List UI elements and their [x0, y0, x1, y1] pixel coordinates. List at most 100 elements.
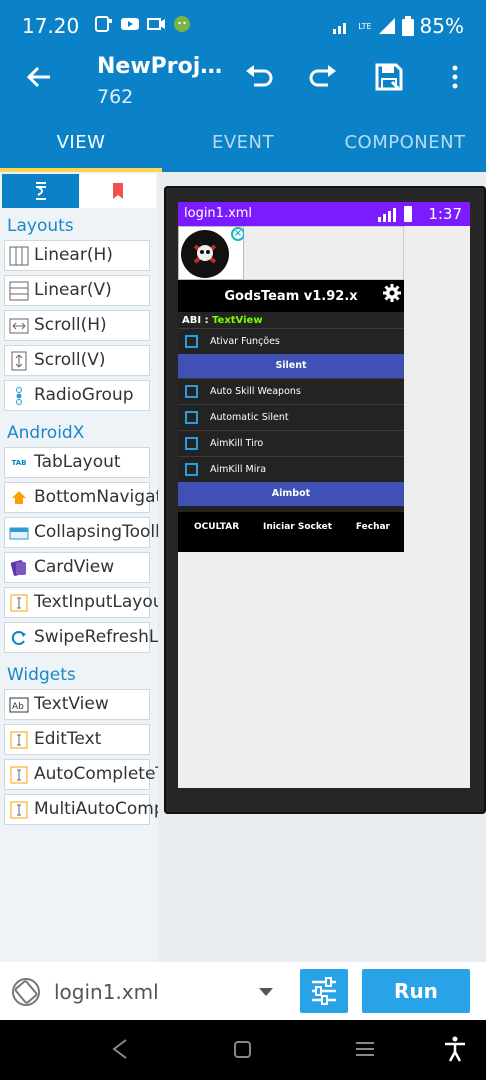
palette-item-tablayout[interactable]: TAB TabLayout — [4, 447, 150, 478]
palette-tab-bookmarks[interactable] — [79, 174, 156, 208]
palette-item-edittext[interactable]: EditText — [4, 724, 150, 755]
checkbox-ativar-funcoes[interactable]: Ativar Funções — [178, 328, 404, 354]
chevron-down-icon[interactable] — [258, 987, 274, 997]
rotate-icon[interactable] — [10, 976, 42, 1008]
abi-value: TextView — [212, 315, 263, 326]
palette-item-textview[interactable]: Ab TextView — [4, 689, 150, 720]
palette-tab-widgets[interactable] — [2, 174, 79, 208]
design-canvas[interactable]: login1.xml 1:37 × GodsTeam v1.92.x ABI :… — [158, 172, 486, 962]
palette-item-collapsingtoolbar[interactable]: CollapsingToolbar — [4, 517, 158, 548]
edittext-icon — [9, 730, 29, 750]
checkbox-label: AimKill Tiro — [210, 438, 264, 449]
status-right: LTE 85% — [332, 14, 464, 38]
checkbox-box[interactable] — [185, 463, 198, 476]
accessibility-icon[interactable] — [444, 1036, 466, 1062]
youtube-icon — [121, 18, 139, 30]
mod-menu-panel[interactable]: GodsTeam v1.92.x ABI : TextView Ativar F… — [178, 280, 404, 552]
device-file-name: login1.xml — [184, 206, 253, 221]
palette-item-cardview[interactable]: CardView — [4, 552, 150, 583]
palette-item-scroll-h[interactable]: Scroll(H) — [4, 310, 150, 341]
section-layouts: Layouts — [7, 216, 74, 236]
fechar-button[interactable]: Fechar — [356, 522, 390, 552]
battery-percent: 85% — [419, 14, 464, 38]
panel-bottom-row: OCULTAR Iniciar Socket Fechar — [178, 512, 404, 552]
nav-home-icon[interactable] — [233, 1038, 253, 1060]
palette-item-textinputlayout[interactable]: TextInputLayout — [4, 587, 158, 618]
scroll-h-icon — [9, 316, 29, 336]
checkbox-label: Ativar Funções — [210, 336, 280, 347]
checkbox-automatic-silent[interactable]: Automatic Silent — [178, 404, 404, 430]
tab-event[interactable]: EVENT — [162, 124, 324, 172]
panel-title-text: GodsTeam v1.92.x — [224, 289, 358, 304]
run-button[interactable]: Run — [362, 969, 470, 1013]
checkbox-box[interactable] — [185, 437, 198, 450]
multiautocomplete-icon — [9, 800, 29, 820]
checkbox-box[interactable] — [185, 335, 198, 348]
checkbox-box[interactable] — [185, 411, 198, 424]
checkbox-auto-skill[interactable]: Auto Skill Weapons — [178, 378, 404, 404]
tab-view[interactable]: VIEW — [0, 124, 162, 172]
palette-item-linear-v[interactable]: Linear(V) — [4, 275, 150, 306]
save-icon[interactable] — [372, 60, 406, 94]
palette-item-label: Scroll(V) — [34, 350, 106, 370]
gear-icon[interactable] — [382, 283, 402, 303]
palette-item-label: RadioGroup — [34, 385, 134, 405]
wifi-signal-icon — [333, 23, 347, 34]
panel-title: GodsTeam v1.92.x — [178, 280, 404, 312]
system-nav-bar — [0, 1020, 486, 1080]
widget-palette: Layouts Linear(H) Linear(V) Scroll(H) Sc… — [0, 172, 158, 962]
section-widgets: Widgets — [7, 665, 76, 685]
palette-item-label: SwipeRefreshLayout — [34, 627, 158, 647]
checkbox-aimkill-mira[interactable]: AimKill Mira — [178, 456, 404, 482]
abi-row: ABI : TextView — [178, 312, 404, 328]
more-options-icon[interactable] — [438, 60, 472, 94]
palette-item-label: MultiAutoCompleteTextView — [34, 799, 158, 819]
svg-text:Ab: Ab — [12, 702, 24, 712]
nav-back-icon[interactable] — [110, 1038, 130, 1060]
redo-icon[interactable] — [306, 60, 340, 94]
ocultar-button[interactable]: OCULTAR — [194, 522, 239, 552]
app-bar: NewProj… 762 VIEW EVENT COMPONENT — [0, 48, 486, 172]
palette-item-multiautocomplete[interactable]: MultiAutoCompleteTextView — [4, 794, 158, 825]
current-file-selector[interactable]: login1.xml — [54, 980, 159, 1004]
battery-icon — [401, 16, 414, 36]
toolbar-icon — [9, 523, 29, 543]
bookmark-icon — [112, 183, 123, 199]
undo-icon[interactable] — [242, 60, 276, 94]
checkbox-box[interactable] — [185, 385, 198, 398]
device-screen[interactable]: login1.xml 1:37 × GodsTeam v1.92.x ABI :… — [178, 202, 470, 788]
bottom-toolbar: login1.xml Run — [0, 962, 486, 1020]
radiogroup-icon — [9, 386, 29, 406]
checkbox-label: Auto Skill Weapons — [210, 386, 301, 397]
close-icon[interactable]: × — [231, 227, 245, 241]
nav-recents-icon[interactable] — [354, 1038, 376, 1060]
palette-item-scroll-v[interactable]: Scroll(V) — [4, 345, 150, 376]
palette-item-label: Linear(V) — [34, 280, 112, 300]
palette-item-linear-h[interactable]: Linear(H) — [4, 240, 150, 271]
linear-v-icon — [9, 281, 29, 301]
back-arrow-icon[interactable] — [24, 62, 54, 92]
project-id: 762 — [97, 86, 134, 108]
palette-item-label: EditText — [34, 729, 102, 749]
settings-button[interactable] — [300, 969, 348, 1013]
checkbox-label: AimKill Mira — [210, 464, 267, 475]
abi-label: ABI : — [182, 315, 213, 326]
autocomplete-icon — [9, 765, 29, 785]
tab-component[interactable]: COMPONENT — [324, 124, 486, 172]
palette-item-label: TextView — [34, 694, 109, 714]
palette-item-bottomnav[interactable]: BottomNavigationView — [4, 482, 158, 513]
tab-icon: TAB — [11, 458, 27, 467]
status-bar: 17.20 LTE 85% — [0, 0, 486, 48]
logo-image[interactable]: × — [178, 226, 245, 280]
notification-icon — [95, 16, 112, 32]
refresh-icon — [9, 628, 29, 648]
home-icon — [9, 488, 29, 508]
checkbox-aimkill-tiro[interactable]: AimKill Tiro — [178, 430, 404, 456]
aimbot-button[interactable]: Aimbot — [178, 482, 404, 506]
iniciar-socket-button[interactable]: Iniciar Socket — [263, 522, 332, 552]
palette-item-autocomplete[interactable]: AutoCompleteTextView — [4, 759, 158, 790]
device-status-bar: login1.xml 1:37 — [178, 202, 470, 226]
silent-button[interactable]: Silent — [178, 354, 404, 378]
palette-item-swiperefresh[interactable]: SwipeRefreshLayout — [4, 622, 158, 653]
palette-item-radiogroup[interactable]: RadioGroup — [4, 380, 150, 411]
